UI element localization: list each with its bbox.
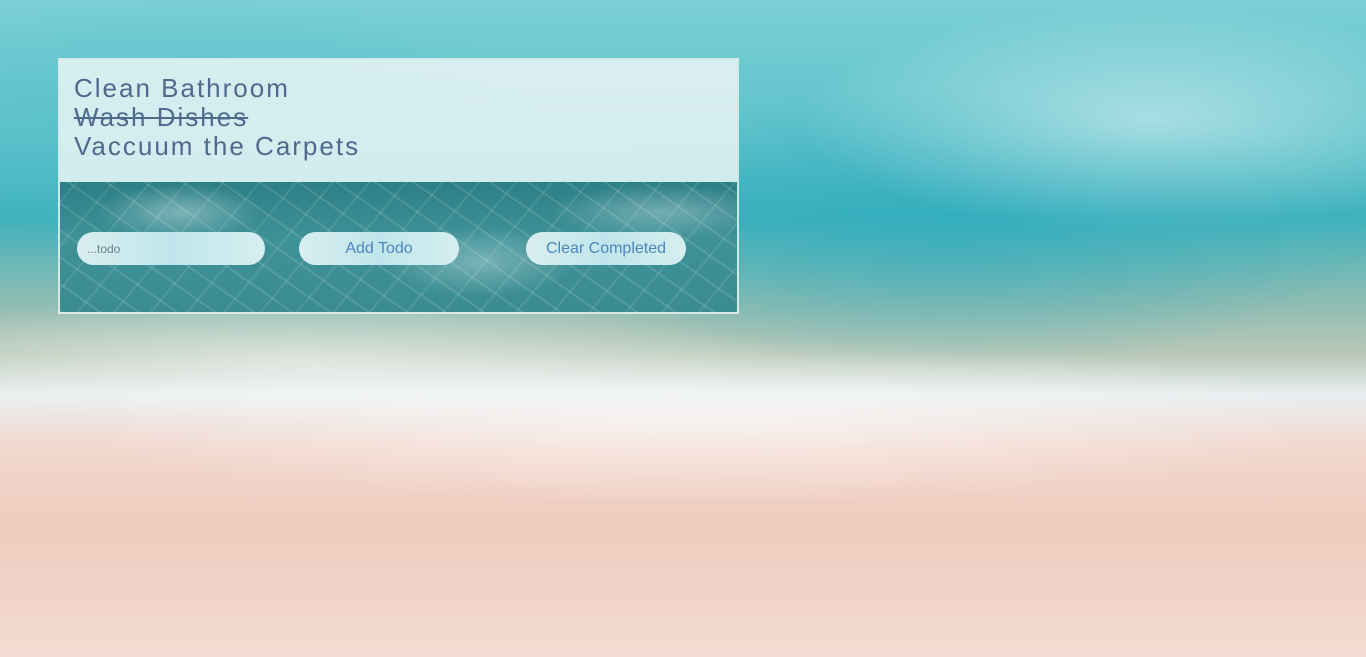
todo-item-wash-dishes[interactable]: Wash Dishes: [74, 103, 723, 132]
clear-completed-button[interactable]: Clear Completed: [526, 232, 686, 265]
todo-list: Clean Bathroom Wash Dishes Vaccuum the C…: [60, 60, 737, 182]
todo-card: Clean Bathroom Wash Dishes Vaccuum the C…: [58, 58, 739, 314]
todo-controls: Add Todo Clear Completed: [60, 182, 737, 312]
todo-item-clean-bathroom[interactable]: Clean Bathroom: [74, 74, 723, 103]
todo-item-vaccuum-carpets[interactable]: Vaccuum the Carpets: [74, 132, 723, 161]
add-todo-button[interactable]: Add Todo: [299, 232, 459, 265]
todo-input[interactable]: [77, 232, 265, 265]
